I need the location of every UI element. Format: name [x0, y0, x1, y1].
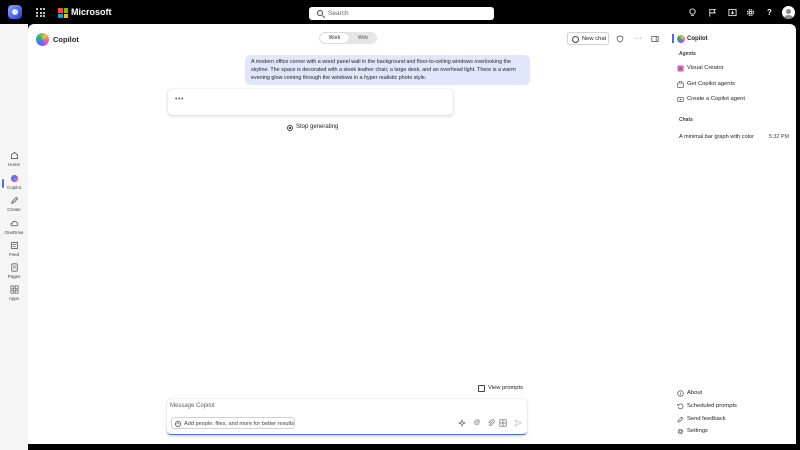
- work-web-toggle[interactable]: Work Web: [319, 32, 377, 44]
- rail-label-home: Home: [7, 162, 20, 167]
- rail-label-onedrive: OneDrive: [4, 230, 24, 235]
- rail-item-copilot[interactable]: Copilot: [0, 174, 28, 194]
- stop-generating-label: Stop generating: [296, 124, 339, 130]
- composer[interactable]: Message Copilot + Add people, files, and…: [167, 399, 527, 435]
- apps-icon[interactable]: [499, 419, 507, 427]
- avatar[interactable]: [782, 6, 795, 19]
- copilot-logo-icon: [36, 33, 49, 46]
- visual-creator-icon: [677, 65, 684, 72]
- add-icon: +: [175, 420, 181, 427]
- copilot-app-icon[interactable]: [8, 5, 22, 19]
- search-input[interactable]: Search: [328, 10, 349, 17]
- prompts-icon: [478, 385, 485, 392]
- attach-icon[interactable]: [487, 419, 495, 427]
- view-prompts-label: View prompts: [488, 385, 524, 391]
- chats-header: Chats: [679, 117, 693, 123]
- send-icon[interactable]: [514, 419, 522, 427]
- footer-label: Settings: [687, 428, 708, 434]
- footer-label: Send feedback: [687, 416, 726, 422]
- user-message: A modern office corner with a wood panel…: [245, 55, 530, 85]
- rail-item-onedrive[interactable]: OneDrive: [0, 219, 28, 239]
- chat-title: A minimal bar graph with color: [679, 134, 754, 140]
- lightbulb-icon[interactable]: [688, 8, 697, 17]
- rail-label-apps: Apps: [8, 296, 20, 301]
- sparkle-icon[interactable]: [457, 418, 467, 428]
- agent-label: Create a Copilot agent: [687, 96, 746, 102]
- footer-label: Scheduled prompts: [687, 403, 737, 409]
- gear-icon: [677, 428, 684, 435]
- copilot-logo-icon: [677, 35, 685, 43]
- stop-icon: [287, 125, 293, 131]
- copilot-icon: [10, 174, 19, 183]
- add-agent-icon: [677, 96, 684, 103]
- footer-label: About: [687, 390, 703, 396]
- help-icon[interactable]: ?: [765, 8, 774, 17]
- rail-label-pages: Pages: [7, 274, 21, 279]
- add-context-label: Add people, files, and more for better r…: [184, 420, 295, 427]
- toggle-work[interactable]: Work: [320, 33, 349, 43]
- app-rail: Home Copilot Create OneDrive Feed Pages …: [0, 24, 28, 450]
- rail-item-feed[interactable]: Feed: [0, 241, 28, 261]
- info-icon: [677, 390, 684, 397]
- typing-indicator: •••: [175, 96, 184, 103]
- apps-icon: [10, 285, 19, 294]
- waffle-icon[interactable]: [36, 8, 45, 17]
- right-panel-active-indicator: [672, 34, 674, 43]
- agent-label: Get Copilot agents: [687, 81, 736, 87]
- feed-icon: [10, 241, 19, 250]
- brand-name: Microsoft: [71, 7, 112, 17]
- flag-icon[interactable]: [708, 8, 717, 17]
- message-input[interactable]: Message Copilot: [170, 403, 215, 409]
- chat-time: 5:32 PM: [768, 134, 789, 140]
- agent-label: Visual Creator: [687, 65, 724, 71]
- top-bar: Microsoft Search ?: [0, 0, 800, 24]
- microsoft-logo-icon: [58, 8, 68, 18]
- new-chat-button[interactable]: New chat: [567, 32, 609, 45]
- pencil-icon: [10, 196, 19, 205]
- agents-header: Agents: [679, 51, 696, 57]
- rail-item-pages[interactable]: Pages: [0, 263, 28, 283]
- page-title: Copilot: [53, 35, 79, 44]
- rail-item-apps[interactable]: Apps: [0, 285, 28, 305]
- cloud-icon: [10, 219, 19, 228]
- right-panel-title[interactable]: Copilot: [687, 36, 708, 42]
- rail-label-create: Create: [7, 207, 21, 212]
- toggle-web[interactable]: Web: [350, 33, 376, 43]
- home-icon: [10, 151, 19, 160]
- search-icon: [317, 10, 323, 16]
- schedule-icon: [677, 403, 684, 410]
- window-edge: [796, 24, 800, 450]
- more-options-icon[interactable]: ···: [634, 35, 642, 43]
- window-edge-bottom: [28, 444, 796, 450]
- new-chat-label: New chat: [582, 36, 607, 42]
- new-chat-icon: [572, 36, 579, 43]
- pages-icon: [10, 263, 19, 272]
- response-card: •••: [168, 89, 453, 115]
- feedback-icon: [677, 416, 684, 423]
- rail-label-feed: Feed: [8, 252, 20, 257]
- gear-icon[interactable]: [746, 8, 755, 17]
- rail-item-create[interactable]: Create: [0, 196, 28, 216]
- mention-icon[interactable]: @: [473, 419, 481, 427]
- panel-toggle-icon[interactable]: [651, 35, 659, 43]
- rail-item-home[interactable]: Home: [0, 151, 28, 171]
- chat-history-item[interactable]: A minimal bar graph with color 5:32 PM: [679, 134, 789, 143]
- store-icon: [677, 80, 684, 88]
- shield-icon[interactable]: [616, 35, 624, 43]
- download-icon[interactable]: [728, 8, 737, 17]
- add-context-button[interactable]: + Add people, files, and more for better…: [171, 417, 295, 429]
- rail-label-copilot: Copilot: [6, 185, 21, 190]
- search-box[interactable]: Search: [309, 7, 494, 20]
